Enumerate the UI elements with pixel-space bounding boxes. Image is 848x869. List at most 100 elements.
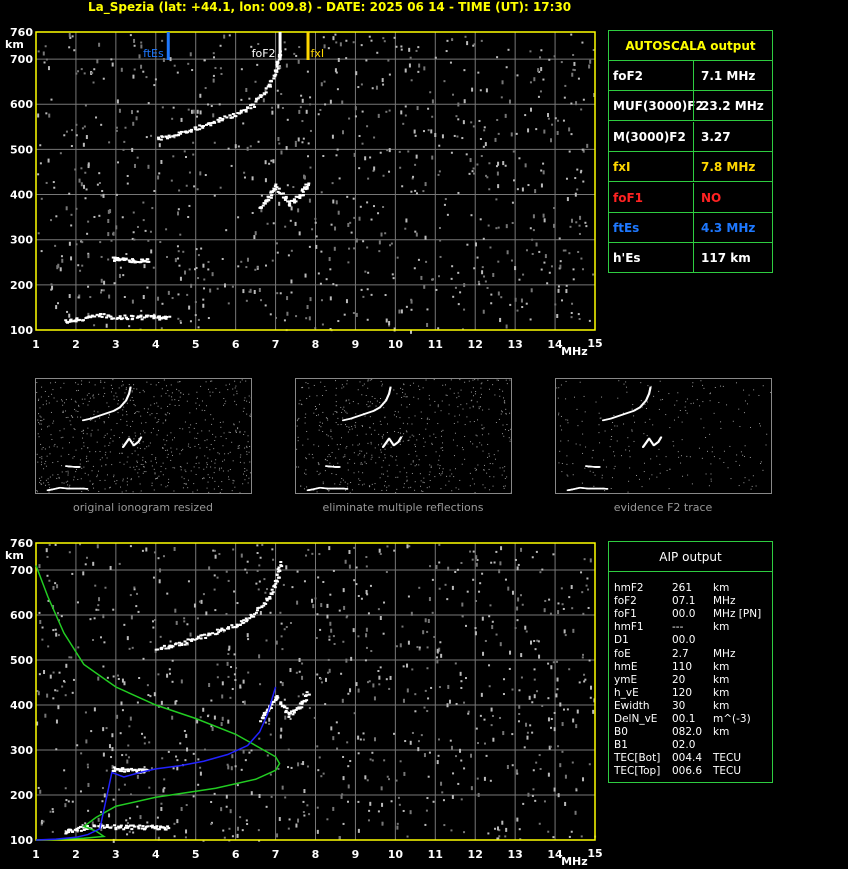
noise-dot [556,313,559,318]
thumb-noise [705,437,707,439]
noise-dot [129,817,132,820]
trace-point [304,183,308,186]
trace-point [270,191,274,194]
noise-dot [115,126,118,129]
noise-dot [537,95,540,98]
noise-dot [102,752,105,757]
noise-dot [481,616,484,621]
noise-dot [405,218,408,223]
noise-dot [453,134,456,137]
thumb-noise [136,465,138,467]
noise-dot [85,188,88,191]
noise-dot [355,566,358,569]
noise-dot [46,693,49,698]
noise-dot [407,595,410,598]
noise-dot [179,276,182,281]
thumb-noise [37,433,39,435]
thumb-noise [466,416,468,418]
noise-dot [328,257,331,262]
thumb-noise [166,440,168,442]
noise-dot [460,686,463,689]
noise-dot [491,714,494,717]
noise-dot [42,820,45,823]
noise-dot [289,717,292,720]
noise-dot [105,769,108,772]
thumb-noise [207,474,209,476]
noise-dot [69,36,72,39]
thumb-noise [181,450,183,452]
thumb-noise [419,389,421,391]
thumb-noise [449,469,451,471]
thumb-noise [242,483,244,485]
noise-dot [502,731,505,736]
thumb-noise [746,403,748,405]
noise-dot [271,548,274,551]
noise-dot [431,155,434,160]
thumb-noise [227,470,229,472]
thumb-noise [415,450,417,452]
noise-dot [286,118,289,121]
thumb-noise [81,398,83,400]
noise-dot [562,119,565,122]
trace-point [227,626,231,629]
noise-dot [177,208,180,211]
noise-dot [240,98,243,101]
thumb-noise [143,471,145,473]
thumb-noise [692,385,694,387]
thumb-noise [357,403,359,405]
thumb-noise [99,459,101,461]
thumb-noise [229,469,231,471]
thumb-noise [560,440,562,442]
thumb-noise [334,410,336,412]
autoscala-title: AUTOSCALA output [609,31,772,61]
noise-dot [304,273,307,278]
noise-dot [159,568,162,573]
thumb-noise [316,415,318,417]
noise-dot [333,246,336,251]
noise-dot [402,665,405,668]
noise-dot [491,625,494,630]
noise-dot [184,759,187,762]
noise-dot [239,816,242,819]
thumb-noise [93,397,95,399]
noise-dot [355,312,358,317]
noise-dot [529,640,532,645]
noise-dot [174,608,177,613]
thumb-noise [93,410,95,412]
noise-dot [463,701,466,704]
thumb-noise [227,453,229,455]
noise-dot [151,207,154,210]
noise-dot [117,161,120,164]
noise-dot [84,822,87,825]
aip-unit: MHz [713,595,736,608]
noise-dot [542,78,545,81]
noise-dot [525,302,528,305]
noise-dot [264,591,267,594]
noise-dot [585,584,588,587]
noise-dot [186,747,189,752]
thumb-noise [483,427,485,429]
thumb-noise [358,483,360,485]
trace-point [246,106,250,109]
thumb-noise [207,388,209,390]
noise-dot [171,680,174,683]
thumb-noise [413,435,415,437]
thumb-noise [135,435,137,437]
noise-dot [395,779,398,782]
noise-dot [352,41,355,44]
noise-dot [52,629,55,632]
noise-dot [332,736,335,741]
thumb-noise [169,413,171,415]
noise-dot [484,639,487,642]
thumb-noise [222,445,224,447]
thumb-noise [142,430,144,432]
thumb-noise [75,410,77,412]
noise-dot [507,586,510,591]
noise-dot [239,684,242,689]
thumb-noise [179,453,181,455]
noise-dot [341,698,344,703]
thumb-noise [374,483,376,485]
noise-dot [185,184,188,187]
noise-dot [112,608,115,611]
noise-dot [147,164,150,169]
